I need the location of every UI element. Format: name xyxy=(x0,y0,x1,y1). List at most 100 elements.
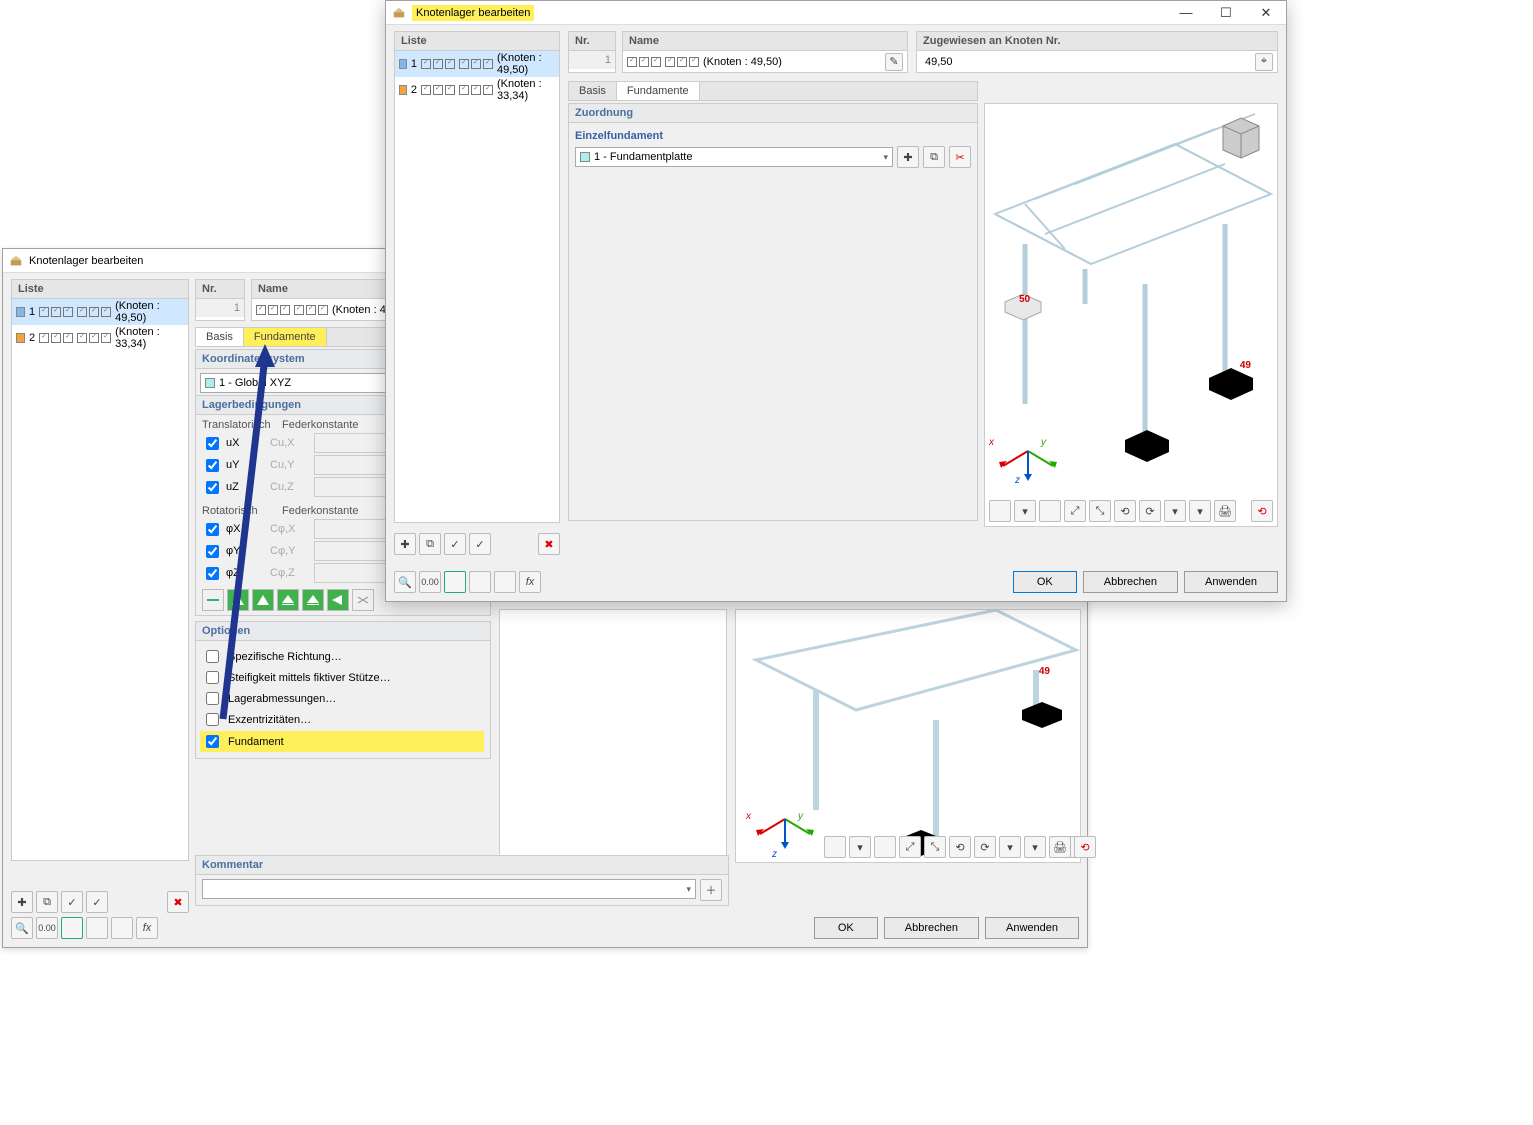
zoom-button[interactable]: 🔍 xyxy=(11,917,33,939)
list-copy-button[interactable]: ⧉ xyxy=(36,891,58,913)
color-swatch-blue xyxy=(16,307,25,317)
preview-3d-back[interactable]: 49 x y z ✥ ▾ ⤢ ⤡ ⟲ ⟳ ▾ ▾ xyxy=(735,609,1081,863)
v-print[interactable]: 🖨 xyxy=(1214,500,1236,522)
comment-plus-button[interactable]: ＋ xyxy=(700,879,722,901)
support-free-button[interactable] xyxy=(202,589,224,611)
support-rollerx-button[interactable] xyxy=(277,589,299,611)
view3-button-f[interactable] xyxy=(494,571,516,593)
front-window: Knotenlager bearbeiten — ☐ ✕ Liste 1(Kno… xyxy=(385,0,1287,602)
tab-basis-front[interactable]: Basis xyxy=(569,82,617,100)
maximize-button[interactable]: ☐ xyxy=(1206,1,1246,25)
nr-input-back[interactable] xyxy=(196,299,244,317)
opt-fundament-checkbox[interactable] xyxy=(206,735,219,748)
list-uncheck-button[interactable]: ✓ xyxy=(86,891,108,913)
v-dd1[interactable]: ▾ xyxy=(1164,500,1186,522)
phix-checkbox[interactable] xyxy=(206,523,219,536)
list-row[interactable]: 1(Knoten : 49,50) xyxy=(395,51,559,77)
v-yz[interactable]: ⟲ xyxy=(1114,500,1136,522)
opt-fictive-checkbox[interactable] xyxy=(206,671,219,684)
view1-button[interactable] xyxy=(61,917,83,939)
list-new-button[interactable]: ✚ xyxy=(11,891,33,913)
v-xz[interactable]: ⤡ xyxy=(1089,500,1111,522)
viewer-t1[interactable] xyxy=(824,836,846,858)
comment-combo[interactable]: ▾ xyxy=(202,879,696,899)
list-header-back: Liste xyxy=(11,279,189,299)
uz-checkbox[interactable] xyxy=(206,481,219,494)
opt-dimensions-checkbox[interactable] xyxy=(206,692,219,705)
apply-button-front[interactable]: Anwenden xyxy=(1184,571,1278,593)
opt-eccentricity-checkbox[interactable] xyxy=(206,713,219,726)
viewer-xy[interactable]: ⤢ xyxy=(899,836,921,858)
v-dd2[interactable]: ▾ xyxy=(1189,500,1211,522)
list-body-back[interactable]: 1(Knoten : 49,50) 2(Knoten : 33,34) xyxy=(11,299,189,861)
v-reset[interactable]: ⟲ xyxy=(1251,500,1273,522)
phiy-checkbox[interactable] xyxy=(206,545,219,558)
support-rollery-button[interactable] xyxy=(302,589,324,611)
nr-input-front[interactable] xyxy=(569,51,615,69)
assigned-input[interactable] xyxy=(921,53,1255,71)
viewer-t6[interactable]: ⟳ xyxy=(974,836,996,858)
support-fixed-button[interactable] xyxy=(227,589,249,611)
ok-button-front[interactable]: OK xyxy=(1013,571,1077,593)
viewer-t7[interactable]: ▾ xyxy=(999,836,1021,858)
ok-button-back[interactable]: OK xyxy=(814,917,878,939)
ux-checkbox[interactable] xyxy=(206,437,219,450)
viewer-t5[interactable]: ⟲ xyxy=(949,836,971,858)
assigned-header: Zugewiesen an Knoten Nr. xyxy=(916,31,1278,51)
v-grid[interactable]: ▾ xyxy=(1014,500,1036,522)
list-delete-button-f[interactable]: ✖ xyxy=(538,533,560,555)
zoom-button-f[interactable]: 🔍 xyxy=(394,571,416,593)
fund-copy-button[interactable]: ⧉ xyxy=(923,146,945,168)
units-button[interactable]: 0.00 xyxy=(36,917,58,939)
phiz-checkbox[interactable] xyxy=(206,567,219,580)
v-xy[interactable]: ⤢ xyxy=(1064,500,1086,522)
support-custom-button[interactable] xyxy=(352,589,374,611)
list-checkall-button[interactable]: ✓ xyxy=(61,891,83,913)
name-edit-button[interactable]: ✎ xyxy=(885,53,903,71)
v-iso[interactable]: ⟳ xyxy=(1139,500,1161,522)
cancel-button-back[interactable]: Abbrechen xyxy=(884,917,979,939)
viewer-print[interactable]: 🖨 xyxy=(1049,836,1071,858)
view1-button-f[interactable] xyxy=(444,571,466,593)
viewer-t8[interactable]: ▾ xyxy=(1024,836,1046,858)
list-row[interactable]: 2(Knoten : 33,34) xyxy=(12,325,188,351)
fund-delete-button[interactable]: ✂ xyxy=(949,146,971,168)
list-row[interactable]: 1(Knoten : 49,50) xyxy=(12,299,188,325)
uy-checkbox[interactable] xyxy=(206,459,219,472)
v-sel[interactable] xyxy=(1039,500,1061,522)
view-cube[interactable] xyxy=(1213,112,1269,164)
list-new-button-f[interactable]: ✚ xyxy=(394,533,416,555)
assigned-pick-button[interactable]: ⌖ xyxy=(1255,53,1273,71)
opt-direction-checkbox[interactable] xyxy=(206,650,219,663)
support-pinned-button[interactable] xyxy=(252,589,274,611)
viewer-t2[interactable]: ▾ xyxy=(849,836,871,858)
fundament-combo[interactable]: 1 - Fundamentplatte▾ xyxy=(575,147,893,167)
tab-fundamente-front[interactable]: Fundamente xyxy=(617,82,700,100)
formula-button[interactable]: fx xyxy=(136,917,158,939)
minimize-button[interactable]: — xyxy=(1166,1,1206,25)
view3-button[interactable] xyxy=(111,917,133,939)
list-row[interactable]: 2(Knoten : 33,34) xyxy=(395,77,559,103)
apply-button-back[interactable]: Anwenden xyxy=(985,917,1079,939)
cancel-button-front[interactable]: Abbrechen xyxy=(1083,571,1178,593)
preview-3d-front[interactable]: 50 49 x y z ▾ ⤢ ⤡ ⟲ ⟳ xyxy=(984,103,1278,527)
list-uncheck-button-f[interactable]: ✓ xyxy=(469,533,491,555)
viewer-t3[interactable] xyxy=(874,836,896,858)
tab-basis-back[interactable]: Basis xyxy=(196,328,244,346)
viewer-t4[interactable]: ⤡ xyxy=(924,836,946,858)
v-topo[interactable] xyxy=(989,500,1011,522)
view2-button[interactable] xyxy=(86,917,108,939)
list-checkall-button-f[interactable]: ✓ xyxy=(444,533,466,555)
comment-header: Kommentar xyxy=(195,855,729,875)
units-button-f[interactable]: 0.00 xyxy=(419,571,441,593)
support-rollerz-button[interactable] xyxy=(327,589,349,611)
fund-new-button[interactable]: ✚ xyxy=(897,146,919,168)
list-copy-button-f[interactable]: ⧉ xyxy=(419,533,441,555)
list-delete-button[interactable]: ✖ xyxy=(167,891,189,913)
view2-button-f[interactable] xyxy=(469,571,491,593)
formula-button-f[interactable]: fx xyxy=(519,571,541,593)
list-body-front[interactable]: 1(Knoten : 49,50) 2(Knoten : 33,34) xyxy=(394,51,560,523)
viewer-reset[interactable]: ⟲ xyxy=(1074,836,1096,858)
close-button[interactable]: ✕ xyxy=(1246,1,1286,25)
tab-fundamente-back[interactable]: Fundamente xyxy=(244,328,327,346)
